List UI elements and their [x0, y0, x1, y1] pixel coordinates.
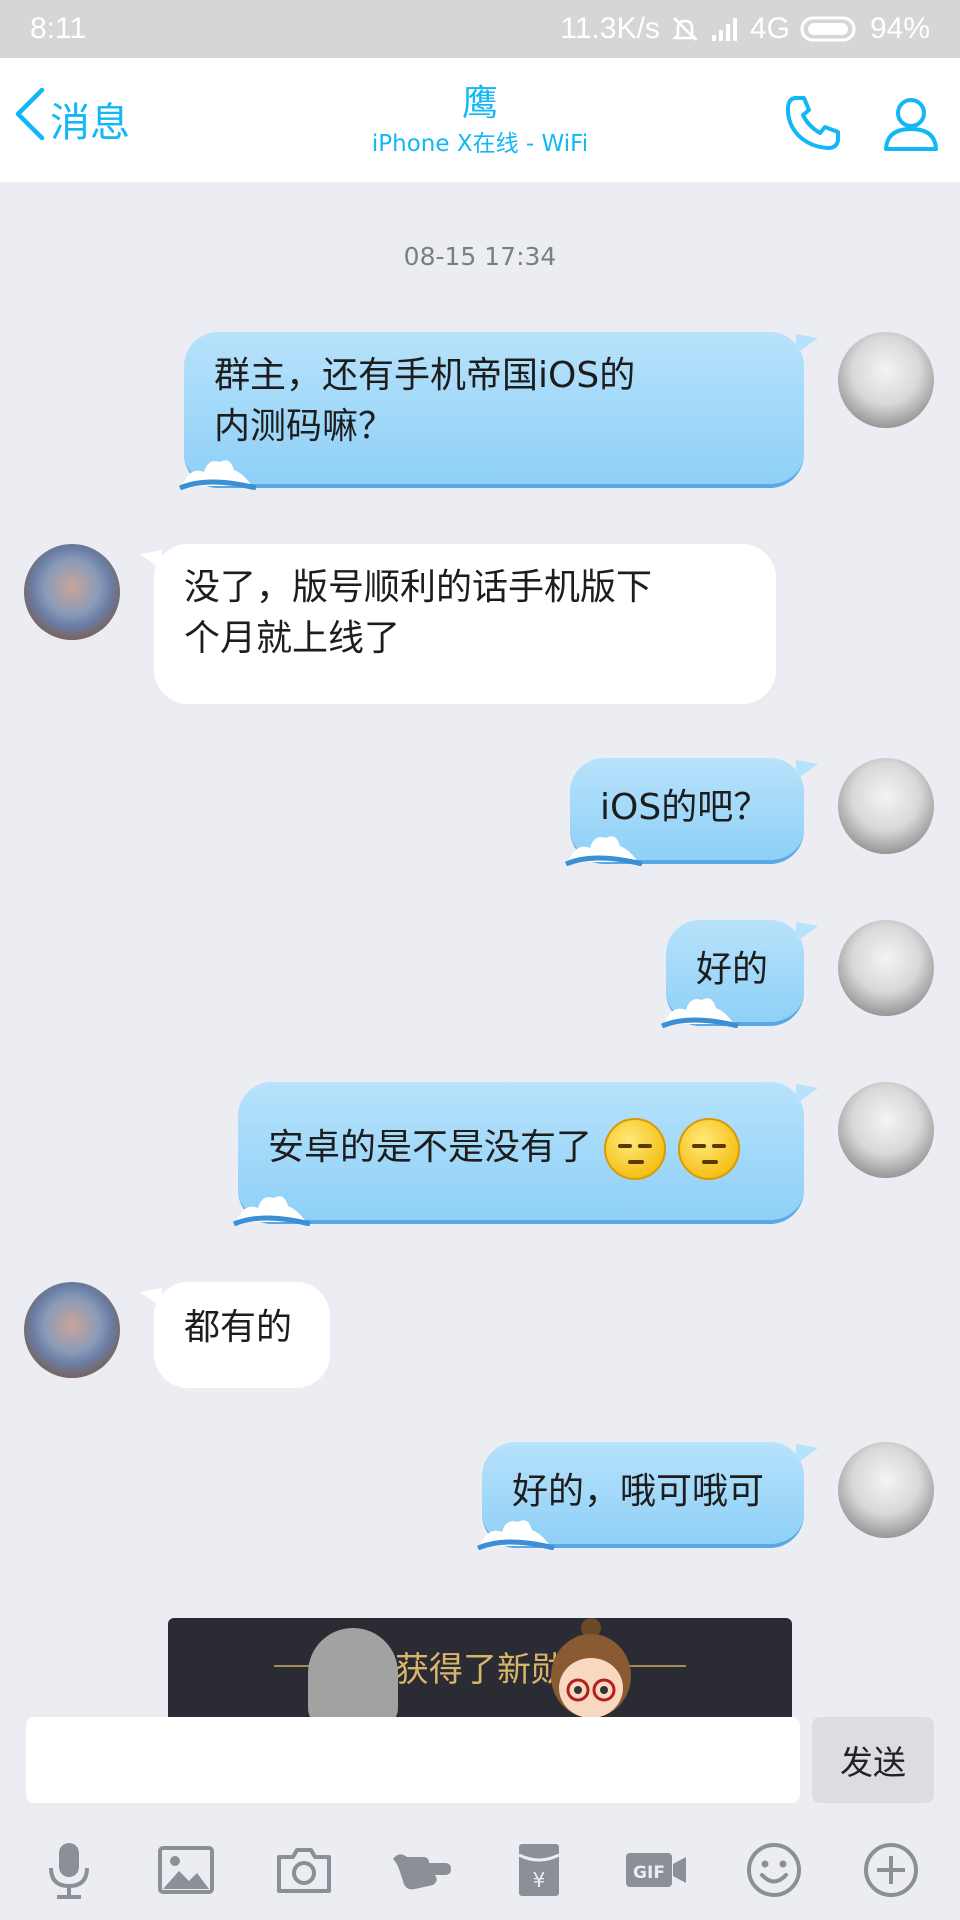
svg-text:¥: ¥	[532, 1868, 545, 1892]
microphone-icon	[48, 1843, 89, 1899]
camera-icon	[276, 1848, 331, 1893]
send-button[interactable]: 发送	[812, 1717, 934, 1803]
signal-icon	[710, 15, 740, 43]
chat-area[interactable]: 08-15 17:34 群主，还有手机帝国iOS的 内测码嘛？ 没了，版号顺利的…	[0, 182, 960, 1717]
poke-button[interactable]	[381, 1830, 461, 1910]
gif-button[interactable]: GIF	[616, 1830, 696, 1910]
phone-icon	[785, 96, 840, 150]
message-input[interactable]	[26, 1717, 800, 1803]
net-speed: 11.3K/s	[560, 12, 660, 45]
my-message-bubble[interactable]: iOS的吧？	[565, 758, 818, 866]
poke-icon	[393, 1854, 452, 1890]
status-right: 11.3K/s 4G 94%	[560, 12, 930, 46]
more-button[interactable]	[851, 1830, 931, 1910]
back-button[interactable]: 消息	[12, 86, 130, 152]
wave-decoration-icon	[477, 1520, 555, 1550]
smug-face-emoji-icon	[604, 1118, 667, 1180]
emoji-icon	[746, 1843, 801, 1897]
wave-decoration-icon	[179, 460, 257, 490]
title-block[interactable]: 鹰 iPhone X在线 - WiFi	[280, 82, 680, 160]
chevron-left-icon	[12, 86, 50, 152]
banner-text: 获得了新勋	[395, 1650, 565, 1690]
message-text: 都有的	[184, 1307, 293, 1348]
achievement-banner[interactable]: 获得了新勋	[168, 1618, 792, 1718]
avatar-silhouette-icon	[308, 1628, 398, 1718]
cartoon-character-icon	[551, 1618, 631, 1718]
network-type: 4G	[749, 12, 790, 45]
message-text-line: 内测码嘛？	[214, 406, 395, 447]
red-packet-button[interactable]: ¥	[499, 1830, 579, 1910]
my-avatar[interactable]	[838, 1082, 934, 1178]
message-text-line: 没了，版号顺利的话手机版下	[184, 567, 653, 608]
my-message-bubble[interactable]: 群主，还有手机帝国iOS的 内测码嘛？	[179, 332, 818, 490]
svg-text:GIF: GIF	[633, 1863, 665, 1883]
contact-status: iPhone X在线 - WiFi	[371, 131, 589, 157]
emoji-button[interactable]	[734, 1830, 814, 1910]
message-text-line: 群主，还有手机帝国iOS的	[214, 355, 636, 396]
battery-icon	[800, 14, 860, 44]
wave-decoration-icon	[661, 998, 739, 1028]
mute-bell-icon	[670, 14, 700, 44]
my-avatar[interactable]	[838, 920, 934, 1016]
camera-button[interactable]	[264, 1830, 344, 1910]
contact-avatar[interactable]	[24, 1282, 120, 1378]
image-button[interactable]	[146, 1830, 226, 1910]
message-text-line: 个月就上线了	[184, 618, 401, 659]
image-icon	[158, 1846, 215, 1894]
my-avatar[interactable]	[838, 332, 934, 428]
my-message-bubble[interactable]: 安卓的是不是没有了	[233, 1082, 818, 1226]
my-avatar[interactable]	[838, 1442, 934, 1538]
voice-button[interactable]	[29, 1830, 109, 1910]
message-timestamp: 08-15 17:34	[403, 242, 557, 271]
status-time: 8:11	[30, 12, 87, 45]
their-message-bubble[interactable]: 没了，版号顺利的话手机版下 个月就上线了	[140, 544, 776, 704]
call-button[interactable]	[778, 88, 848, 158]
my-message-bubble[interactable]: 好的	[661, 920, 818, 1028]
contact-name: 鹰	[461, 83, 498, 124]
plus-icon	[864, 1843, 919, 1897]
my-avatar[interactable]	[838, 758, 934, 854]
battery-level: 94%	[869, 12, 930, 45]
bottom-toolbar: ¥ GIF	[0, 1820, 960, 1920]
their-message-bubble[interactable]: 都有的	[140, 1282, 330, 1388]
message-text: 安卓的是不是没有了	[268, 1127, 593, 1168]
wave-decoration-icon	[233, 1196, 311, 1226]
person-icon	[884, 98, 938, 151]
wave-decoration-icon	[565, 836, 643, 866]
back-label: 消息	[50, 100, 130, 146]
profile-button[interactable]	[876, 88, 946, 158]
smug-face-emoji-icon	[678, 1118, 741, 1180]
gif-icon: GIF	[626, 1853, 687, 1887]
chat-header: 消息 鹰 iPhone X在线 - WiFi	[0, 58, 960, 182]
status-bar: 8:11 11.3K/s 4G 94%	[0, 0, 960, 58]
contact-avatar[interactable]	[24, 544, 120, 640]
input-bar: 发送	[0, 1717, 960, 1807]
red-packet-icon: ¥	[518, 1844, 560, 1896]
my-message-bubble[interactable]: 好的，哦可哦可	[477, 1442, 818, 1550]
